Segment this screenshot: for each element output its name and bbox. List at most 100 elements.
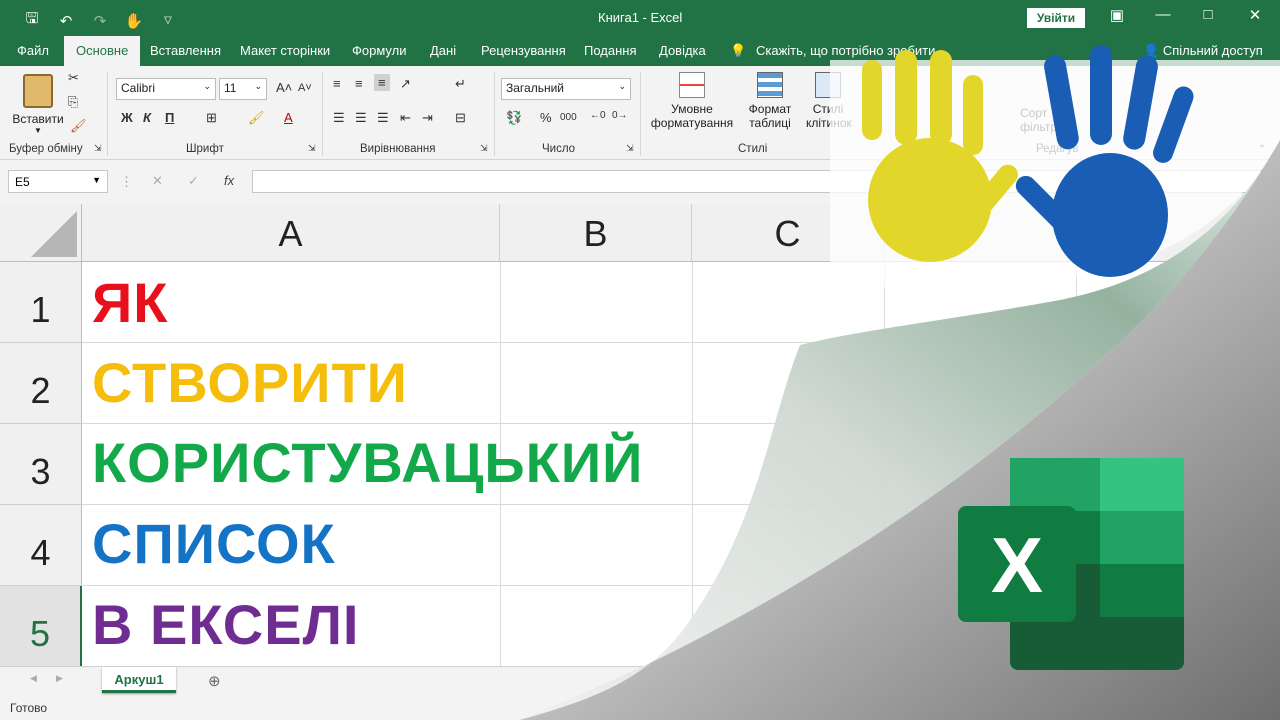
decrease-font-icon[interactable]: A˅ — [298, 82, 312, 94]
redo-icon[interactable]: ↷ — [90, 12, 110, 30]
wrap-text-icon[interactable]: ↵ — [455, 76, 466, 92]
cell-styles-label-2: клітинок — [806, 116, 852, 130]
insert-function-button[interactable]: fx — [224, 173, 234, 188]
fill-color-icon[interactable]: 🖌 — [248, 110, 265, 126]
sort-label-1: Сорт — [1020, 106, 1048, 120]
enter-icon[interactable]: ✓ — [188, 173, 199, 189]
font-color-icon[interactable]: A — [284, 110, 293, 125]
tab-formulas[interactable]: Формули — [352, 43, 407, 58]
dialog-launcher-icon[interactable]: ⇲ — [626, 143, 634, 154]
customize-qat-icon[interactable]: ▽ — [158, 15, 178, 26]
column-header-a[interactable]: A — [82, 204, 500, 262]
format-painter-icon[interactable]: 🖌 — [70, 118, 87, 134]
cell-a1[interactable]: ЯК — [92, 270, 168, 335]
format-as-table-button[interactable]: Формат таблиці — [740, 72, 800, 130]
row-header-1[interactable]: 1 — [0, 262, 82, 343]
tab-view[interactable]: Подання — [584, 43, 637, 58]
font-name-select[interactable]: Calibri ⌄ — [116, 78, 216, 100]
ribbon-display-options-icon[interactable]: ▣ — [1102, 6, 1132, 24]
formula-bar: E5 ▼ ⋮ ✕ ✓ fx — [0, 160, 1280, 204]
underline-button[interactable]: П — [165, 110, 174, 125]
percent-button[interactable]: % — [540, 110, 552, 125]
table-icon — [757, 72, 783, 98]
touch-mode-icon[interactable]: ✋ — [124, 12, 144, 30]
minimize-button[interactable]: — — [1148, 6, 1178, 23]
borders-icon[interactable]: ⊞ — [206, 110, 217, 126]
thousands-separator-button[interactable]: 000 — [560, 112, 577, 123]
scroll-right-icon[interactable]: ▶ — [56, 673, 63, 684]
collapse-ribbon-icon[interactable]: ⌃ — [1258, 144, 1266, 155]
dialog-launcher-icon[interactable]: ⇲ — [94, 143, 102, 154]
divider — [640, 72, 641, 156]
decrease-indent-icon[interactable]: ⇤ — [400, 110, 411, 126]
cell-a3[interactable]: КОРИСТУВАЦЬКИЙ — [92, 430, 643, 495]
quick-access-toolbar: 🖫 ↶ ↷ ✋ ▽ — [22, 8, 178, 33]
tell-me-search[interactable]: Скажіть, що потрібно зробити — [756, 43, 935, 58]
tab-help[interactable]: Довідка — [659, 43, 706, 58]
sign-in-button[interactable]: Увійти — [1027, 8, 1085, 28]
align-right-icon[interactable]: ☰ — [377, 110, 389, 126]
cut-icon[interactable]: ✂ — [68, 70, 79, 86]
italic-button[interactable]: К — [143, 110, 151, 125]
share-button[interactable]: 👤 Спільний доступ — [1143, 43, 1263, 59]
align-top-icon[interactable]: ≡ — [333, 76, 341, 91]
column-header-c[interactable]: C — [692, 204, 884, 262]
new-sheet-icon[interactable]: ⊕ — [208, 672, 221, 690]
increase-font-icon[interactable]: A˄ — [276, 80, 292, 95]
cell-a5[interactable]: В ЕКСЕЛІ — [92, 592, 359, 657]
dialog-launcher-icon[interactable]: ⇲ — [480, 143, 488, 154]
merge-center-icon[interactable]: ⊟ — [455, 110, 466, 126]
chevron-down-icon: ▼ — [34, 126, 42, 135]
number-format-select[interactable]: Загальний ⌄ — [501, 78, 631, 100]
font-size-select[interactable]: 11 ⌄ — [219, 78, 267, 100]
tab-insert[interactable]: Вставлення — [150, 43, 221, 58]
tab-data[interactable]: Дані — [430, 43, 456, 58]
paste-button[interactable]: Вставити ▼ — [10, 70, 66, 136]
row-header-3[interactable]: 3 — [0, 424, 82, 505]
column-header-b[interactable]: B — [500, 204, 692, 262]
chevron-down-icon: ⌄ — [203, 81, 211, 91]
align-left-icon[interactable]: ☰ — [333, 110, 345, 126]
increase-decimal-icon[interactable]: ←0 — [590, 110, 606, 121]
cell-styles-button[interactable]: Стилі клітинок — [806, 72, 852, 130]
undo-icon[interactable]: ↶ — [56, 12, 76, 30]
chevron-down-icon: ⌄ — [618, 81, 626, 91]
row-header-4[interactable]: 4 — [0, 505, 82, 586]
select-all-triangle-icon — [31, 211, 77, 257]
select-all-button[interactable] — [0, 204, 82, 262]
align-center-icon[interactable]: ☰ — [355, 110, 367, 126]
cond-format-label-2: форматування — [650, 116, 734, 130]
row-header-2[interactable]: 2 — [0, 343, 82, 424]
close-button[interactable]: ✕ — [1240, 6, 1270, 24]
currency-icon[interactable]: 💱 — [506, 110, 522, 126]
name-box[interactable]: E5 ▼ — [8, 170, 108, 193]
copy-icon[interactable]: ⎘ — [68, 94, 78, 110]
group-label-clipboard: Буфер обміну — [9, 143, 83, 155]
cell-a2[interactable]: СТВОРИТИ — [92, 350, 408, 415]
sheet-tab[interactable]: Аркуш1 — [102, 667, 176, 693]
save-icon[interactable]: 🖫 — [22, 8, 42, 33]
increase-indent-icon[interactable]: ⇥ — [422, 110, 433, 126]
scroll-left-icon[interactable]: ◀ — [30, 673, 37, 684]
tab-page-layout[interactable]: Макет сторінки — [240, 43, 330, 58]
cancel-icon[interactable]: ✕ — [152, 173, 163, 189]
tab-file[interactable]: Файл — [17, 43, 49, 58]
dialog-launcher-icon[interactable]: ⇲ — [308, 143, 316, 154]
column-header-d[interactable] — [884, 204, 1280, 262]
excel-logo: X — [958, 458, 1184, 670]
conditional-formatting-button[interactable]: Умовне форматування — [648, 72, 736, 130]
bold-button[interactable]: Ж — [121, 110, 133, 125]
grid-line — [82, 423, 1280, 424]
formula-input[interactable] — [252, 170, 1272, 193]
align-bottom-icon[interactable]: ≡ — [374, 74, 390, 91]
number-format-value: Загальний — [506, 81, 564, 95]
decrease-decimal-icon[interactable]: 0→ — [612, 110, 628, 121]
cell-a4[interactable]: СПИСОК — [92, 511, 336, 576]
align-middle-icon[interactable]: ≡ — [355, 76, 363, 91]
maximize-button[interactable]: □ — [1193, 6, 1223, 23]
tab-review[interactable]: Рецензування — [481, 43, 566, 58]
sort-filter-button[interactable]: Сорт фільтр — [1020, 106, 1060, 134]
tab-home[interactable]: Основне — [64, 36, 141, 66]
orientation-icon[interactable]: ↗ — [400, 76, 411, 92]
row-header-5[interactable]: 5 — [0, 586, 82, 667]
